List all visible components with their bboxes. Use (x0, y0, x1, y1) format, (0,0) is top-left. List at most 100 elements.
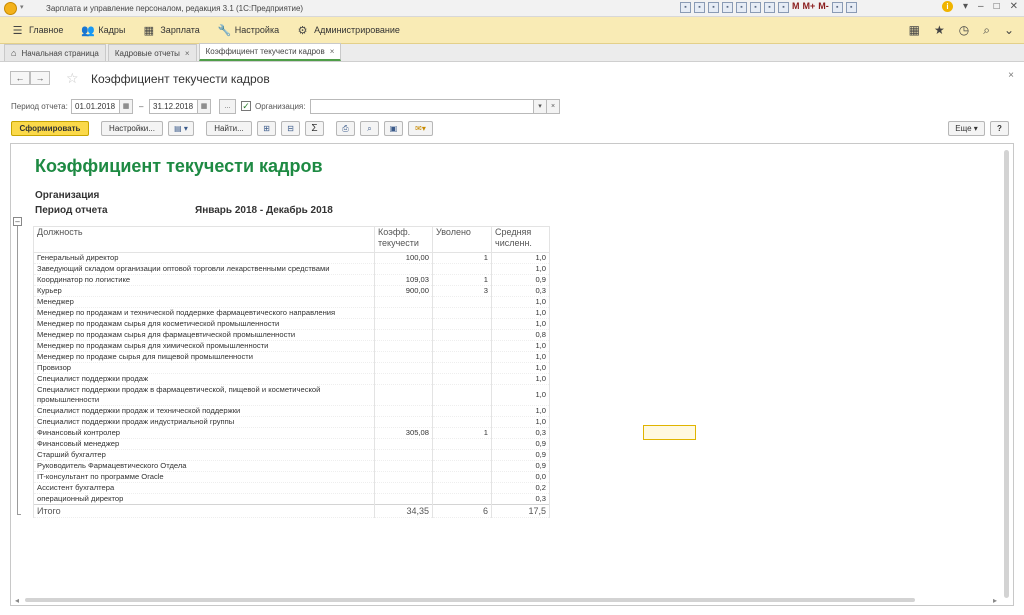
organization-checkbox[interactable]: ✓ (241, 101, 251, 111)
forward-arrow-icon[interactable]: → (30, 71, 50, 85)
table-row[interactable]: Менеджер по продажам сырья для косметиче… (33, 318, 550, 330)
grid-icon[interactable]: ▦ (909, 23, 920, 38)
table-total-row[interactable]: Итого 34,35 6 17,5 (33, 504, 550, 518)
table-row[interactable]: операционный директор 0,3 (33, 493, 550, 505)
print-icon[interactable]: ⎙ (336, 121, 355, 136)
favorite-star-icon[interactable]: ☆ (66, 70, 79, 87)
app-logo-icon[interactable] (4, 1, 17, 15)
table-row[interactable]: Финансовый менеджер 0,9 (33, 438, 550, 450)
clear-icon[interactable]: × (546, 99, 560, 114)
chevron-down-icon[interactable]: ⌄ (1004, 23, 1014, 38)
table-row[interactable]: Координатор по логистике 109,03 1 0,9 (33, 274, 550, 286)
tab-home[interactable]: ⌂ Начальная страница (4, 44, 106, 61)
find-button[interactable]: Найти... (206, 121, 252, 136)
selected-cell[interactable] (643, 425, 696, 440)
table-row[interactable]: Руководитель Фармацевтического Отдела 0,9 (33, 460, 550, 472)
close-icon[interactable]: × (1008, 70, 1014, 81)
close-icon[interactable]: × (330, 47, 335, 56)
column-header-average[interactable]: Средняя численн. (491, 226, 550, 253)
variant-icon[interactable]: ▤ ▾ (168, 121, 194, 136)
upload-icon[interactable]: ▪ (722, 2, 733, 13)
table-row[interactable]: IT-консультант по программе Oracle 0,0 (33, 471, 550, 483)
link-icon[interactable]: ▪ (736, 2, 747, 13)
calendar-icon[interactable]: ▦ (197, 99, 211, 114)
period-select-button[interactable]: ... (219, 99, 236, 114)
info-icon[interactable]: i (941, 1, 953, 12)
minimize-icon[interactable]: – (978, 1, 984, 12)
menu-item-settings[interactable]: 🔧 Настройка (218, 24, 279, 37)
email-icon[interactable]: ✉▾ (408, 121, 433, 136)
generate-button[interactable]: Сформировать (11, 121, 89, 136)
table-row[interactable]: Менеджер по продажам сырья для химическо… (33, 340, 550, 352)
back-arrow-icon[interactable]: ← (10, 71, 30, 85)
table-row[interactable]: Менеджер по продаже сырья для пищевой пр… (33, 351, 550, 363)
star-icon[interactable]: ★ (934, 23, 945, 38)
organization-input[interactable] (310, 99, 534, 114)
scroll-left-icon[interactable]: ◂ (15, 596, 19, 605)
table-row[interactable]: Менеджер по продажам сырья для фармацевт… (33, 329, 550, 341)
window-icon[interactable]: ▪ (831, 2, 843, 13)
calendar-icon[interactable]: ▦ (119, 99, 133, 114)
date-to-input[interactable]: 31.12.2018 (149, 99, 198, 114)
table-row[interactable]: Специалист поддержки продаж и техническо… (33, 405, 550, 417)
collapse-group-icon[interactable]: – (13, 217, 22, 226)
more-button[interactable]: Еще ▾ (948, 121, 985, 136)
table-row[interactable]: Специалист поддержки продаж в фармацевти… (33, 384, 550, 406)
preview-icon[interactable]: ⌕ (360, 121, 379, 136)
chevron-down-icon[interactable]: ▾ (533, 99, 547, 114)
column-header-position[interactable]: Должность (33, 226, 375, 253)
expand-groups-icon[interactable]: ⊞ (257, 121, 276, 136)
table-row[interactable]: Менеджер 1,0 (33, 296, 550, 308)
close-icon[interactable]: × (185, 49, 190, 58)
tab-hr-reports[interactable]: Кадровые отчеты × (107, 44, 197, 61)
report-area[interactable]: Коэффициент текучести кадров Организация… (10, 143, 1014, 606)
memory-minus-button[interactable]: M- (818, 2, 829, 13)
save-icon[interactable]: ▣ (384, 121, 403, 136)
column-header-dismissed[interactable]: Уволено (432, 226, 492, 253)
table-row[interactable]: Провизор 1,0 (33, 362, 550, 374)
menu-item-admin[interactable]: ⚙ Администрирование (297, 24, 400, 37)
preview-icon[interactable]: ▪ (708, 2, 719, 13)
title-toolbar: ▪ ▪ ▪ ▪ ▪ ▪ ▪ ▪ M M+ M- ▪ ▪ (680, 2, 857, 13)
table-row[interactable]: Генеральный директор 100,00 1 1,0 (33, 252, 550, 264)
memory-button[interactable]: M (792, 2, 800, 13)
memory-plus-button[interactable]: M+ (803, 2, 816, 13)
horizontal-scrollbar[interactable] (25, 598, 915, 602)
print-icon[interactable]: ▪ (694, 2, 705, 13)
save-icon[interactable]: ▪ (680, 2, 691, 13)
calendar-icon[interactable]: ▪ (764, 2, 775, 13)
chevron-down-icon[interactable]: ▾ (963, 1, 968, 12)
scroll-right-icon[interactable]: ▸ (993, 596, 997, 605)
cell-position: Специалист поддержки продаж и техническо… (33, 405, 375, 417)
table-row[interactable]: Специалист поддержки продаж индустриальн… (33, 416, 550, 428)
help-button[interactable]: ? (990, 121, 1009, 136)
calculator-icon[interactable]: ▪ (778, 2, 789, 13)
menu-item-salary[interactable]: ▦ Зарплата (143, 24, 200, 37)
table-row[interactable]: Курьер 900,00 3 0,3 (33, 285, 550, 297)
navigation-buttons: ← → (10, 71, 50, 85)
menu-item-hr[interactable]: 👥 Кадры (81, 24, 125, 37)
menu-item-main[interactable]: ☰ Главное (12, 24, 64, 37)
date-from-input[interactable]: 01.01.2018 (71, 99, 120, 114)
settings-button[interactable]: Настройки... (101, 121, 163, 136)
sum-button[interactable]: Σ (305, 121, 324, 136)
table-row[interactable]: Менеджер по продажам и технической подде… (33, 307, 550, 319)
search-icon[interactable]: ⌕ (983, 23, 990, 38)
chevron-down-icon[interactable]: ▾ (20, 4, 28, 12)
collapse-groups-icon[interactable]: ⊟ (281, 121, 300, 136)
table-row[interactable]: Ассистент бухгалтера 0,2 (33, 482, 550, 494)
maximize-icon[interactable]: □ (994, 1, 1000, 12)
tab-turnover-report[interactable]: Коэффициент текучести кадров × (198, 43, 342, 61)
cell-position: Менеджер по продажам сырья для химическо… (33, 340, 375, 352)
cell-position: Менеджер по продаже сырья для пищевой пр… (33, 351, 375, 363)
calendar-icon[interactable]: ▪ (750, 2, 761, 13)
window-icon[interactable]: ▪ (845, 2, 857, 13)
table-row[interactable]: Заведующий складом организации оптовой т… (33, 263, 550, 275)
column-header-turnover[interactable]: Коэфф. текучести (374, 226, 433, 253)
table-row[interactable]: Старший бухгалтер 0,9 (33, 449, 550, 461)
close-icon[interactable]: ✕ (1010, 1, 1018, 12)
history-icon[interactable]: ◷ (959, 23, 969, 38)
vertical-scrollbar[interactable] (1004, 150, 1009, 598)
table-row[interactable]: Финансовый контролер 305,08 1 0,3 (33, 427, 550, 439)
table-row[interactable]: Специалист поддержки продаж 1,0 (33, 373, 550, 385)
